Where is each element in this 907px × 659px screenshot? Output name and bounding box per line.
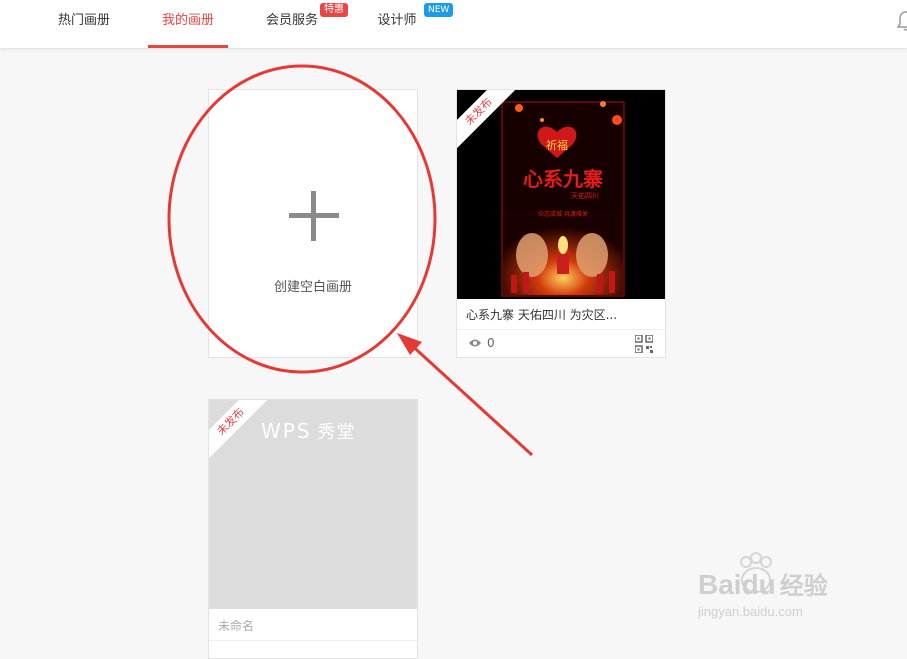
annotation-arrow-shaft: [406, 340, 534, 457]
album-cover: 祈福 心系九寨 天佑四川 众志成城 共渡难关: [457, 90, 665, 299]
create-blank-album-card[interactable]: 创建空白画册: [208, 89, 418, 358]
tab-member-service[interactable]: 会员服务: [263, 0, 321, 48]
tab-designer[interactable]: 设计师: [374, 0, 420, 48]
card-divider: [457, 329, 665, 330]
qr-code-icon[interactable]: [635, 335, 653, 353]
eye-icon: [469, 339, 481, 347]
special-offer-badge: 特惠: [320, 3, 348, 17]
poster-sub-text: 天佑四川: [571, 191, 599, 200]
tab-designer-label: 设计师: [377, 13, 417, 28]
wps-logo-sub: 秀堂: [317, 422, 356, 443]
tab-hot-albums[interactable]: 热门画册: [55, 0, 113, 48]
card-divider: [209, 640, 417, 641]
paw-icon: [740, 552, 772, 593]
top-nav-bar: 热门画册 我的画册 会员服务 特惠 设计师 NEW: [0, 0, 907, 49]
bell-icon[interactable]: [897, 10, 907, 32]
album-cover-placeholder: WPS 秀堂: [209, 400, 417, 609]
plus-icon-vertical: [311, 191, 316, 241]
tab-my-albums-label: 我的画册: [161, 13, 214, 28]
memorial-poster-image: 祈福 心系九寨 天佑四川 众志成城 共渡难关: [501, 101, 625, 297]
tab-my-albums[interactable]: 我的画册: [148, 0, 228, 48]
tab-hot-albums-label: 热门画册: [57, 13, 110, 28]
wps-logo-text: WPS: [261, 419, 312, 443]
album-title: 未命名: [218, 619, 255, 633]
annotation-overlay: [167, 64, 534, 457]
watermark: Baidu 经验 jingyan.baidu.com: [696, 546, 866, 626]
view-count: 0: [468, 336, 495, 350]
album-card[interactable]: 祈福 心系九寨 天佑四川 众志成城 共渡难关 未发布 心系九寨 天佑四川 为灾区…: [456, 89, 666, 358]
new-badge: NEW: [424, 3, 454, 17]
watermark-brand-cn: 经验: [779, 573, 828, 600]
tab-member-service-label: 会员服务: [265, 13, 318, 28]
watermark-url: jingyan.baidu.com: [698, 604, 803, 619]
poster-caption: 众志成城 共渡难关: [538, 210, 588, 218]
view-count-value: 0: [487, 336, 495, 350]
album-title: 心系九寨 天佑四川 为灾区...: [466, 308, 618, 322]
watermark-brand: Baidu: [698, 569, 776, 600]
create-blank-album-label: 创建空白画册: [273, 280, 352, 295]
wps-logo: WPS 秀堂: [261, 418, 356, 444]
poster-top-text: 祈福: [546, 138, 568, 152]
poster-main-text: 心系九寨: [523, 167, 603, 191]
album-card-draft[interactable]: WPS 秀堂 未发布 未命名: [208, 399, 418, 659]
